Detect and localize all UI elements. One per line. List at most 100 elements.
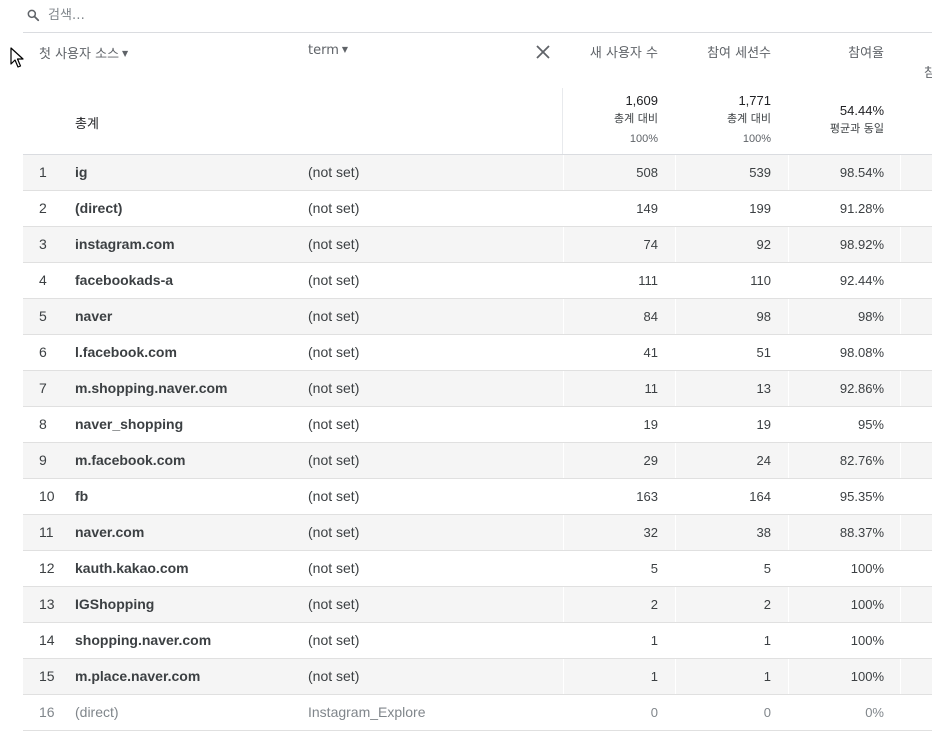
source-cell: m.facebook.com [75, 452, 186, 468]
column-separator [900, 371, 901, 406]
caret-down-icon: ▼ [122, 49, 129, 58]
column-separator [900, 299, 901, 334]
new-users-cell: 41 [643, 345, 658, 360]
column-separator [563, 659, 564, 694]
engagement-rate-cell: 100% [850, 669, 884, 684]
term-cell: (not set) [308, 416, 360, 432]
column-separator [563, 515, 564, 550]
column-separator [900, 587, 901, 622]
column-separator [788, 155, 789, 190]
table-row[interactable]: 5 naver (not set) 84 98 98% [23, 299, 932, 335]
term-cell: (not set) [308, 668, 360, 684]
engaged-sessions-cell: 199 [749, 201, 771, 216]
table-row[interactable]: 6 l.facebook.com (not set) 41 51 98.08% [23, 335, 932, 371]
table-row[interactable]: 3 instagram.com (not set) 74 92 98.92% [23, 227, 932, 263]
table-row[interactable]: 12 kauth.kakao.com (not set) 5 5 100% [23, 551, 932, 587]
mouse-pointer-icon [10, 47, 24, 68]
term-cell: (not set) [308, 380, 360, 396]
new-users-cell: 19 [643, 417, 658, 432]
table-row[interactable]: 16 (direct) Instagram_Explore 0 0 0% [23, 695, 932, 731]
engaged-sessions-header[interactable]: 참여 세션수 [707, 42, 771, 61]
new-users-cell: 1 [650, 633, 658, 648]
new-users-cell: 149 [636, 201, 658, 216]
engaged-sessions-cell: 1 [763, 633, 771, 648]
source-cell: ig [75, 164, 88, 180]
term-cell: (not set) [308, 632, 360, 648]
table-row[interactable]: 15 m.place.naver.com (not set) 1 1 100% [23, 659, 932, 695]
new-users-header[interactable]: 새 사용자 수 [590, 42, 658, 61]
dimension1-header[interactable]: 첫 사용자 소스 ▼ [39, 43, 128, 62]
engagement-rate-cell: 95.35% [839, 489, 884, 504]
column-separator [788, 443, 789, 478]
column-separator [900, 515, 901, 550]
engaged-sessions-cell: 51 [756, 345, 771, 360]
total-value: 54.44% [839, 103, 884, 118]
row-index: 11 [39, 524, 54, 540]
table-row[interactable]: 9 m.facebook.com (not set) 29 24 82.76% [23, 443, 932, 479]
truncated-column-header[interactable]: 참 [924, 62, 932, 81]
column-separator [900, 443, 901, 478]
term-cell: (not set) [308, 344, 360, 360]
engaged-sessions-cell: 98 [756, 309, 771, 324]
column-separator [563, 443, 564, 478]
source-cell: m.place.naver.com [75, 668, 201, 684]
dimension2-header[interactable]: term ▼ [308, 43, 348, 58]
engagement-rate-cell: 92.44% [839, 273, 884, 288]
column-separator [675, 515, 676, 550]
total-caption: 평균과 동일 [829, 122, 884, 135]
term-cell: (not set) [308, 164, 360, 180]
table-row[interactable]: 2 (direct) (not set) 149 199 91.28% [23, 191, 932, 227]
column-separator [788, 227, 789, 262]
engagement-rate-cell: 100% [850, 561, 884, 576]
row-index: 10 [39, 488, 55, 504]
close-icon[interactable] [534, 43, 552, 61]
table-row[interactable]: 10 fb (not set) 163 164 95.35% [23, 479, 932, 515]
table-row[interactable]: 13 IGShopping (not set) 2 2 100% [23, 587, 932, 623]
search-input[interactable] [48, 4, 548, 26]
source-cell: shopping.naver.com [75, 632, 212, 648]
row-index: 15 [39, 668, 55, 684]
engagement-rate-cell: 100% [850, 633, 884, 648]
table-row[interactable]: 8 naver_shopping (not set) 19 19 95% [23, 407, 932, 443]
term-cell: (not set) [308, 452, 360, 468]
total-percent: 100% [742, 133, 771, 145]
column-separator [788, 371, 789, 406]
engagement-rate-cell: 95% [857, 417, 884, 432]
table-row[interactable]: 1 ig (not set) 508 539 98.54% [23, 155, 932, 191]
row-index: 13 [39, 596, 55, 612]
column-separator [563, 155, 564, 190]
engagement-rate-cell: 82.76% [839, 453, 884, 468]
column-separator [563, 371, 564, 406]
source-cell: l.facebook.com [75, 344, 177, 360]
engaged-sessions-cell: 19 [756, 417, 771, 432]
source-cell: m.shopping.naver.com [75, 380, 228, 396]
engaged-sessions-cell: 24 [756, 453, 771, 468]
dimension2-header-label: term [308, 43, 339, 58]
new-users-cell: 1 [650, 669, 658, 684]
total-value: 1,771 [738, 93, 771, 108]
source-cell: naver_shopping [75, 416, 184, 432]
term-cell: (not set) [308, 200, 360, 216]
table-row[interactable]: 7 m.shopping.naver.com (not set) 11 13 9… [23, 371, 932, 407]
new-users-cell: 84 [643, 309, 658, 324]
term-cell: (not set) [308, 308, 360, 324]
table-row[interactable]: 11 naver.com (not set) 32 38 88.37% [23, 515, 932, 551]
table-row[interactable]: 4 facebookads-a (not set) 111 110 92.44% [23, 263, 932, 299]
column-separator [563, 299, 564, 334]
engagement-rate-cell: 100% [850, 597, 884, 612]
source-cell: kauth.kakao.com [75, 560, 189, 576]
column-separator [900, 227, 901, 262]
row-index: 9 [39, 452, 47, 468]
engagement-rate-cell: 98.54% [839, 165, 884, 180]
engagement-rate-cell: 92.86% [839, 381, 884, 396]
engagement-rate-header[interactable]: 참여율 [848, 42, 884, 61]
table-row[interactable]: 14 shopping.naver.com (not set) 1 1 100% [23, 623, 932, 659]
row-index: 2 [39, 200, 47, 216]
source-cell: IGShopping [75, 596, 155, 612]
source-cell: naver [75, 308, 113, 324]
term-cell: (not set) [308, 524, 360, 540]
engaged-sessions-cell: 92 [756, 237, 771, 252]
total-caption: 총계 대비 [727, 112, 771, 125]
column-separator [788, 299, 789, 334]
row-index: 1 [39, 164, 47, 180]
